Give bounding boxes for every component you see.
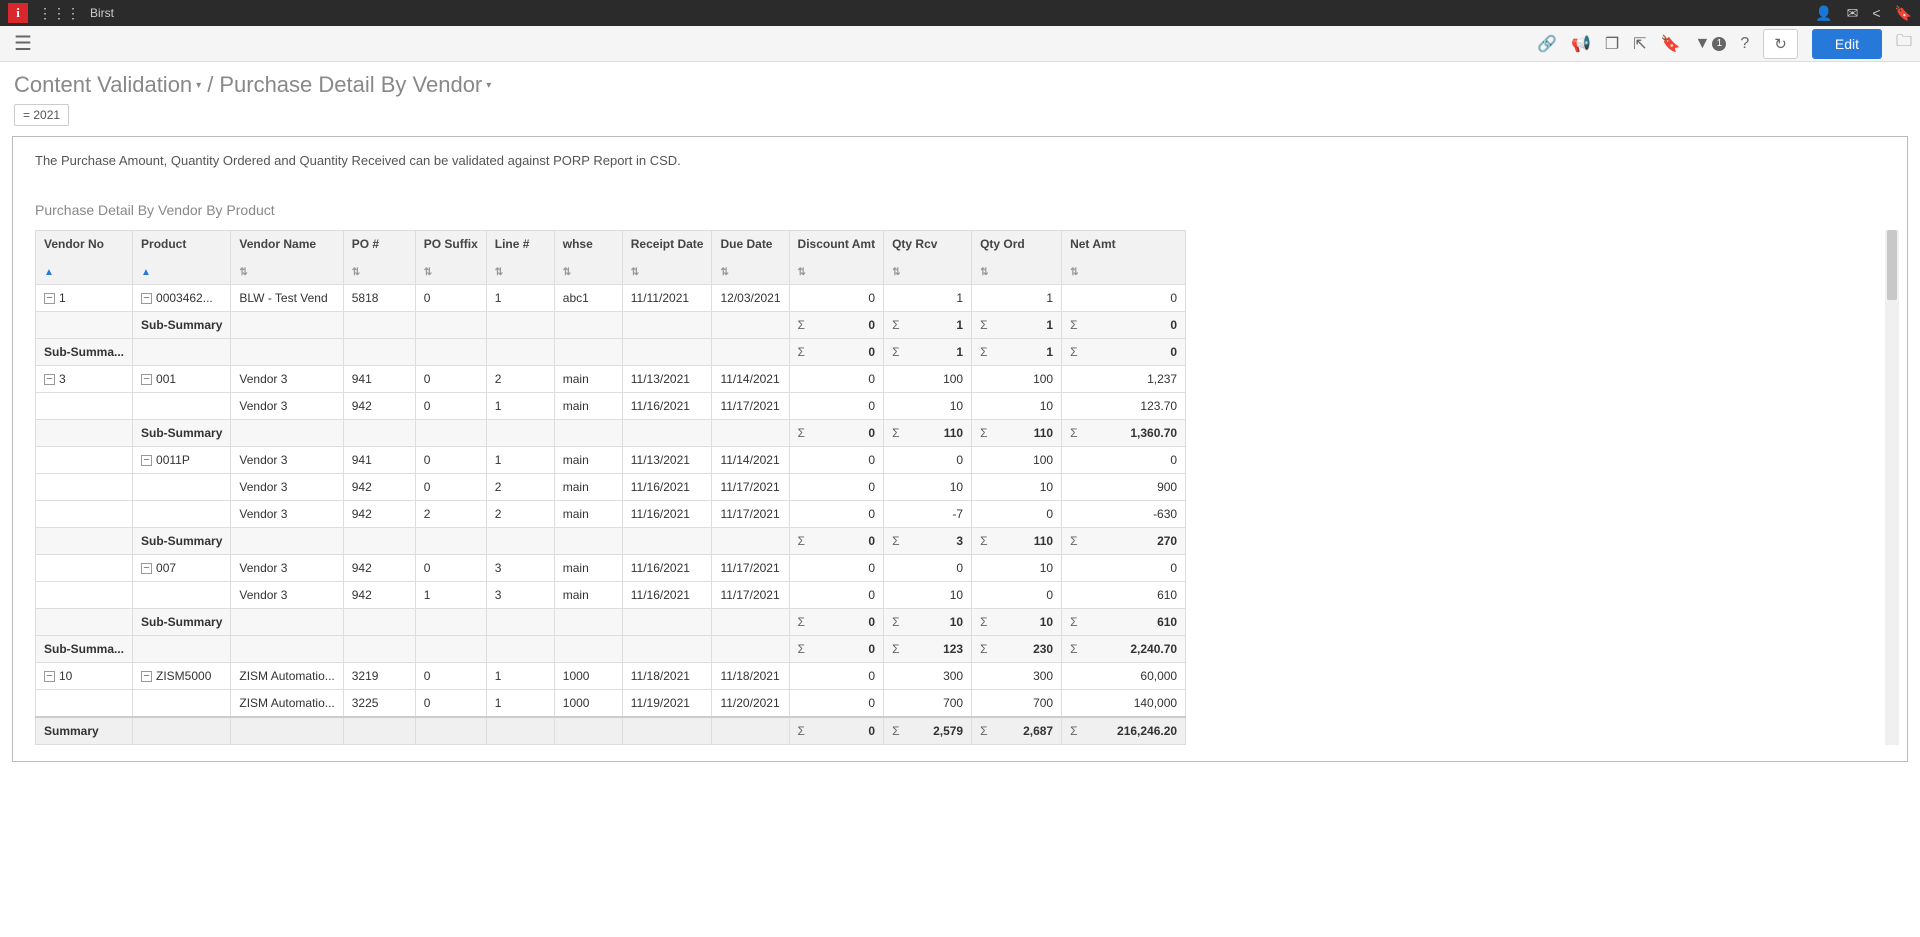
report-note: The Purchase Amount, Quantity Ordered an… — [35, 153, 1885, 168]
export-icon[interactable]: ⇱ — [1633, 34, 1646, 54]
col-whse[interactable]: whse⇅ — [554, 231, 622, 285]
report-panel: The Purchase Amount, Quantity Ordered an… — [12, 136, 1908, 762]
bookmark-toolbar-icon[interactable]: 🔖 — [1661, 34, 1681, 54]
apps-grid-icon[interactable]: ⋮⋮⋮ — [38, 5, 80, 22]
report-table: Vendor No▲ Product▲ Vendor Name⇅ PO #⇅ P… — [35, 230, 1186, 745]
col-qty-ord[interactable]: Qty Ord⇅ — [972, 231, 1062, 285]
report-subtitle: Purchase Detail By Vendor By Product — [35, 202, 1885, 218]
collapse-icon[interactable]: − — [44, 671, 55, 682]
vertical-scrollbar[interactable] — [1885, 230, 1899, 745]
filter-pill[interactable]: = 2021 — [14, 104, 69, 126]
collapse-icon[interactable]: − — [44, 374, 55, 385]
col-discount[interactable]: Discount Amt⇅ — [789, 231, 884, 285]
collapse-icon[interactable]: − — [141, 374, 152, 385]
summary-row: Summary Σ0 Σ2,579 Σ2,687 Σ216,246.20 — [36, 717, 1186, 745]
brand-name: Birst — [90, 6, 114, 20]
table-row: Sub-Summa...Σ0Σ123Σ230Σ2,240.70 — [36, 636, 1186, 663]
table-row: Sub-SummaryΣ0Σ1Σ1Σ0 — [36, 312, 1186, 339]
col-vendor-name[interactable]: Vendor Name⇅ — [231, 231, 343, 285]
breadcrumb: Content Validation ▾ / Purchase Detail By… — [0, 62, 1920, 102]
collapse-icon[interactable]: − — [141, 563, 152, 574]
caret-icon[interactable]: ▾ — [486, 80, 491, 91]
caret-icon[interactable]: ▾ — [196, 80, 201, 91]
crumb-sep: / — [207, 72, 213, 98]
col-product[interactable]: Product▲ — [133, 231, 231, 285]
table-row: Sub-SummaryΣ0Σ10Σ10Σ610 — [36, 609, 1186, 636]
collapse-icon[interactable]: − — [44, 293, 55, 304]
table-row: Sub-SummaryΣ0Σ3Σ110Σ270 — [36, 528, 1186, 555]
col-net[interactable]: Net Amt⇅ — [1062, 231, 1186, 285]
table-row: Vendor 394213main11/16/202111/17/2021010… — [36, 582, 1186, 609]
col-po[interactable]: PO #⇅ — [343, 231, 415, 285]
table-row: ZISM Automatio...322501100011/19/202111/… — [36, 690, 1186, 718]
filter-icon[interactable]: ▼1 — [1695, 35, 1727, 53]
collapse-icon[interactable]: − — [141, 455, 152, 466]
collapse-icon[interactable]: − — [141, 671, 152, 682]
announcement-icon[interactable]: 📢 — [1571, 34, 1591, 54]
table-row: −10−ZISM5000ZISM Automatio...32190110001… — [36, 663, 1186, 690]
refresh-button[interactable]: ↻ — [1763, 29, 1798, 59]
table-row: −3−001Vendor 394102main11/13/202111/14/2… — [36, 366, 1186, 393]
infor-logo[interactable]: i — [8, 3, 28, 23]
bookmark-icon[interactable]: 🔖 — [1895, 5, 1912, 22]
col-due[interactable]: Due Date⇅ — [712, 231, 789, 285]
filter-row: = 2021 — [0, 102, 1920, 136]
user-icon[interactable]: 👤 — [1815, 5, 1832, 22]
table-row: Vendor 394222main11/16/202111/17/20210-7… — [36, 501, 1186, 528]
col-line[interactable]: Line #⇅ — [486, 231, 554, 285]
table-row: Vendor 394202main11/16/202111/17/2021010… — [36, 474, 1186, 501]
table-header-row: Vendor No▲ Product▲ Vendor Name⇅ PO #⇅ P… — [36, 231, 1186, 285]
table-row: −0011PVendor 394101main11/13/202111/14/2… — [36, 447, 1186, 474]
col-vendor-no[interactable]: Vendor No▲ — [36, 231, 133, 285]
col-receipt[interactable]: Receipt Date⇅ — [622, 231, 712, 285]
help-icon[interactable]: ? — [1740, 35, 1749, 53]
mail-icon[interactable]: ✉ — [1847, 5, 1859, 22]
folder-icon[interactable]: 🗀 — [1896, 30, 1912, 57]
link-icon[interactable]: 🔗 — [1537, 34, 1557, 54]
col-po-suffix[interactable]: PO Suffix⇅ — [415, 231, 486, 285]
table-row: Sub-Summa...Σ0Σ1Σ1Σ0 — [36, 339, 1186, 366]
copy-icon[interactable]: ❐ — [1605, 34, 1619, 54]
menu-icon[interactable]: ☰ — [8, 31, 38, 56]
table-row: Sub-SummaryΣ0Σ110Σ110Σ1,360.70 — [36, 420, 1186, 447]
table-row: −007Vendor 394203main11/16/202111/17/202… — [36, 555, 1186, 582]
top-bar: i ⋮⋮⋮ Birst 👤 ✉ < 🔖 — [0, 0, 1920, 26]
crumb-root[interactable]: Content Validation — [14, 72, 192, 98]
toolbar: ☰ 🔗 📢 ❐ ⇱ 🔖 ▼1 ? ↻ Edit 🗀 — [0, 26, 1920, 62]
edit-button[interactable]: Edit — [1812, 29, 1882, 59]
collapse-icon[interactable]: − — [141, 293, 152, 304]
col-qty-rcv[interactable]: Qty Rcv⇅ — [884, 231, 972, 285]
share-icon[interactable]: < — [1872, 5, 1880, 22]
table-row: −1−0003462...BLW - Test Vend581801abc111… — [36, 285, 1186, 312]
table-row: Vendor 394201main11/16/202111/17/2021010… — [36, 393, 1186, 420]
crumb-page[interactable]: Purchase Detail By Vendor — [219, 72, 482, 98]
